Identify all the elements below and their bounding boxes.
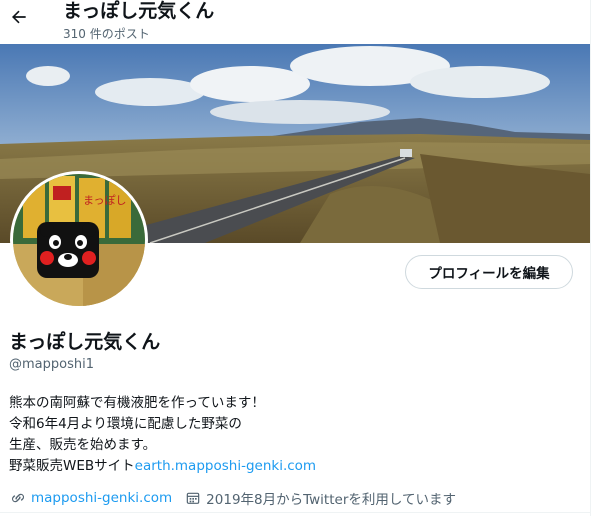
handle: @mapposhi1 — [9, 357, 94, 372]
arrow-left-icon — [12, 10, 26, 24]
bio-line: 熊本の南阿蘇で有機液肥を作っています！ — [9, 395, 265, 411]
bio-link[interactable]: earth.mapposhi-genki.com — [135, 458, 316, 474]
edit-profile-button[interactable]: プロフィールを編集 — [405, 255, 573, 289]
back-button[interactable] — [6, 4, 32, 30]
bio-link-prefix: 野菜販売WEBサイト — [9, 458, 135, 474]
avatar-product-text: まっぽし — [83, 194, 127, 207]
website-link[interactable]: mapposhi-genki.com — [31, 490, 172, 506]
bio-line: 生産、販売を始めます。 — [9, 437, 157, 453]
joined-date: 2019年8月からTwitterを利用しています — [206, 492, 456, 508]
bio: 熊本の南阿蘇で有機液肥を作っています！ 令和6年4月より環境に配慮した野菜の 生… — [9, 393, 316, 477]
display-name: まっぽし元気くん — [9, 331, 161, 353]
bio-line: 令和6年4月より環境に配慮した野菜の — [9, 416, 242, 432]
profile-meta: mapposhi-genki.com 2019年8月からTwitterを利用して… — [9, 488, 456, 508]
page-title: まっぽし元気くん — [63, 0, 215, 22]
avatar[interactable]: まっぽし — [10, 171, 148, 309]
link-icon — [9, 489, 27, 507]
bottom-divider — [0, 512, 590, 513]
calendar-icon — [184, 489, 202, 507]
bio-line: 野菜販売WEBサイトearth.mapposhi-genki.com — [9, 456, 316, 477]
post-count: 310 件のポスト — [63, 27, 150, 41]
column-divider — [590, 0, 591, 516]
top-bar: まっぽし元気くん 310 件のポスト — [0, 0, 590, 44]
